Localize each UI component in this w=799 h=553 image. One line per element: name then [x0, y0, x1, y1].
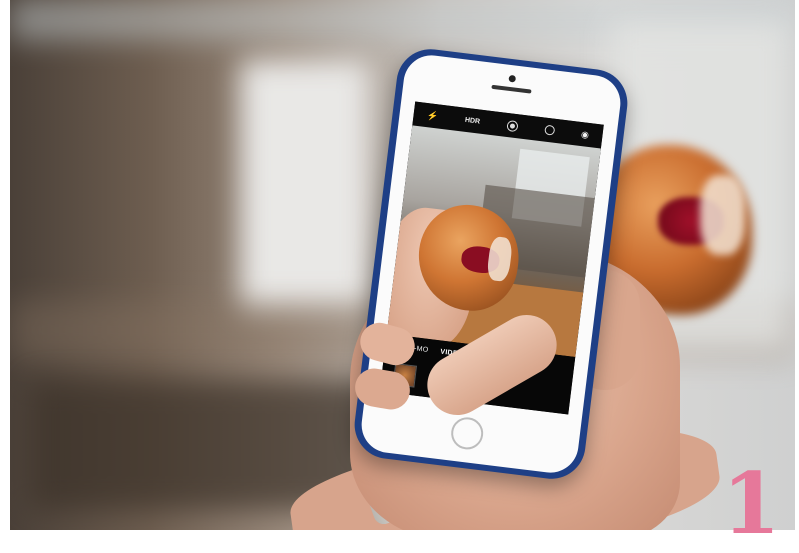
blurred-window	[240, 60, 370, 310]
background-photo: HDR SLO-MO VIDEO	[10, 0, 795, 530]
camera-viewfinder	[386, 125, 601, 357]
hdr-toggle[interactable]: HDR	[465, 116, 481, 125]
earpiece	[491, 84, 532, 94]
switch-camera-icon[interactable]	[580, 129, 589, 141]
live-photo-icon[interactable]	[506, 119, 519, 132]
flash-icon[interactable]	[426, 110, 438, 122]
phone-front: HDR SLO-MO VIDEO	[358, 52, 624, 476]
real-donut-cream	[700, 175, 745, 255]
front-camera	[508, 74, 517, 83]
home-button[interactable]	[449, 415, 486, 452]
page-number: 1	[722, 454, 781, 553]
timer-icon[interactable]	[543, 124, 555, 136]
